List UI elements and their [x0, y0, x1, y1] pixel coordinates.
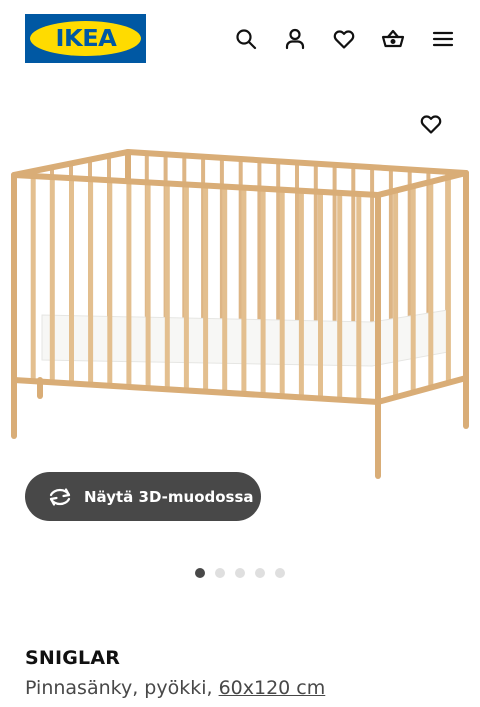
- product-name[interactable]: SNIGLAR: [25, 647, 120, 669]
- product-type: Pinnasänky, pyökki,: [25, 677, 219, 699]
- view-3d-button[interactable]: Näytä 3D-muodossa: [25, 472, 261, 521]
- basket-icon[interactable]: [380, 26, 406, 52]
- product-image-crib: [11, 149, 469, 479]
- logo-text: IKEA: [55, 25, 116, 52]
- carousel-dot-4[interactable]: [255, 568, 265, 578]
- product-size-link[interactable]: 60x120 cm: [219, 677, 326, 699]
- product-description: Pinnasänky, pyökki, 60x120 cm: [25, 677, 325, 699]
- logo-oval: IKEA: [30, 21, 141, 56]
- heart-icon: [420, 115, 442, 134]
- header: IKEA: [0, 0, 480, 78]
- user-icon[interactable]: [282, 26, 308, 52]
- ikea-logo[interactable]: IKEA: [25, 14, 146, 63]
- view-3d-label: Näytä 3D-muodossa: [84, 487, 254, 506]
- rotate-3d-icon: [47, 486, 73, 508]
- carousel-dot-3[interactable]: [235, 568, 245, 578]
- heart-icon[interactable]: [331, 26, 357, 52]
- carousel-dot-2[interactable]: [215, 568, 225, 578]
- search-icon[interactable]: [233, 26, 259, 52]
- add-to-favourites-button[interactable]: [416, 110, 446, 138]
- carousel-dots: [195, 568, 285, 578]
- carousel-dot-5[interactable]: [275, 568, 285, 578]
- menu-icon[interactable]: [430, 26, 456, 52]
- carousel-dot-1[interactable]: [195, 568, 205, 578]
